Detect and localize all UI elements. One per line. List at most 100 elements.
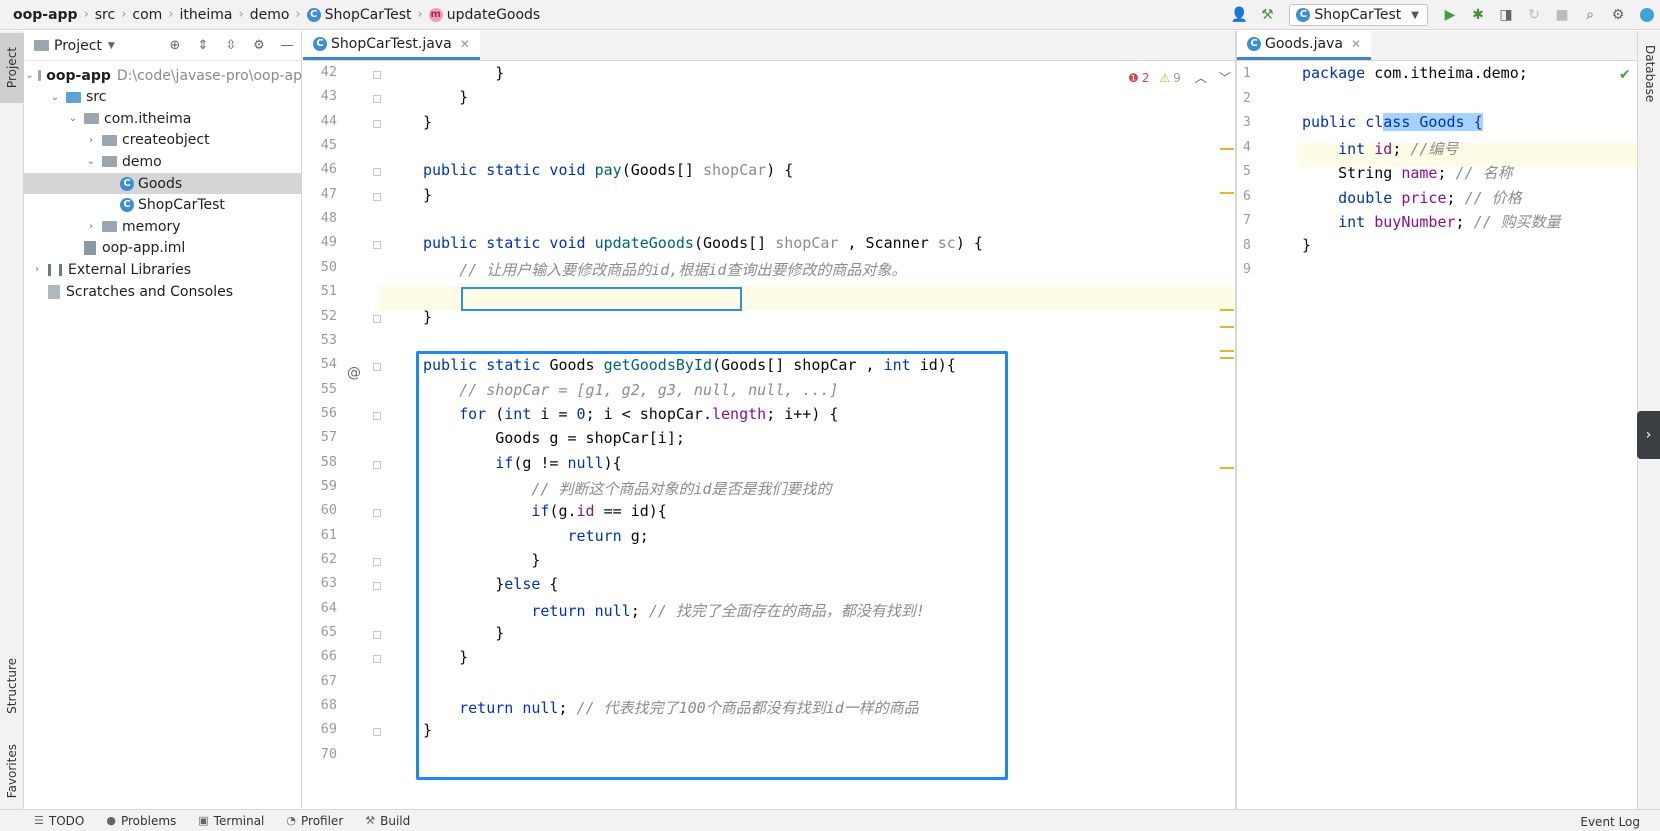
line-number[interactable]: 1 [1243,66,1251,81]
breadcrumb-com[interactable]: com [132,7,162,23]
code-line[interactable]: public class Goods { [1302,113,1483,131]
run-configuration-select[interactable]: C ShopCarTest ▼ [1289,4,1428,26]
gear-icon[interactable]: ⚙ [1606,3,1630,27]
user-icon[interactable]: 👤 [1227,3,1251,27]
line-number[interactable]: 3 [1243,115,1251,130]
todo-tab[interactable]: ☰ TODO [34,814,84,828]
inspection-widget[interactable]: ❶ 2 ⚠ 9 ︿ ﹀ [1128,69,1231,86]
tree-item-createobject[interactable]: › createobject [24,130,302,151]
problems-tab[interactable]: ● Problems [106,814,176,828]
code-line[interactable]: int buyNumber; // 购买数量 [1302,211,1561,232]
coverage-icon[interactable]: ◨ [1494,3,1518,27]
tab-label: ShopCarTest.java [331,35,452,52]
stop-icon[interactable]: ■ [1550,3,1574,27]
breadcrumb-demo[interactable]: demo [250,7,290,23]
chevron-down-icon[interactable]: ﹀ [1219,69,1231,86]
line-number[interactable]: 7 [1243,213,1251,228]
chevron-right-icon[interactable]: › [84,135,98,146]
tree-item-demo[interactable]: ⌄ demo [24,151,302,172]
code-line[interactable]: public static void updateGoods(Goods[] s… [423,234,983,252]
build-hammer-icon[interactable]: ⚒ [1255,3,1279,27]
terminal-tab[interactable]: ▣ Terminal [198,814,264,828]
code-line[interactable]: String name; // 名称 [1302,162,1513,183]
line-number[interactable]: 2 [1243,91,1251,106]
event-log-tab[interactable]: Event Log [1580,815,1640,829]
tree-item-shopcartest[interactable]: C ShopCarTest [24,195,302,216]
chevron-down-icon[interactable]: ⌄ [84,156,98,167]
code-line[interactable]: package com.itheima.demo; [1302,64,1528,82]
code-line[interactable]: int id; //编号 [1302,138,1458,159]
line-number[interactable]: 4 [1243,140,1251,155]
tree-item-oop-app-iml[interactable]: oop-app.iml [24,238,302,259]
warning-stripe-mark[interactable] [1220,350,1234,352]
code-line[interactable]: } [423,88,468,106]
locate-icon[interactable]: ⊕ [161,38,189,53]
warning-stripe-mark[interactable] [1220,309,1234,311]
breadcrumb-project[interactable]: oop-app [13,7,78,23]
code-line[interactable]: } [423,113,432,131]
debug-icon[interactable]: ✱ [1466,3,1490,27]
tree-item-memory[interactable]: › memory [24,216,302,237]
line-number[interactable]: 6 [1243,189,1251,204]
tab-goods[interactable]: C Goods.java ✕ [1237,30,1372,60]
breadcrumb-itheima[interactable]: itheima [180,7,233,23]
close-icon[interactable]: ✕ [460,37,470,51]
chevron-up-icon[interactable]: ︿ [1195,69,1207,86]
tree-item-scratches-and-consoles[interactable]: Scratches and Consoles [24,281,302,302]
warning-stripe-mark[interactable] [1220,148,1234,150]
code-token: (Goods[] [621,161,703,180]
project-tool-tab[interactable]: Project [0,33,24,103]
chevron-down-icon[interactable]: ⌄ [48,92,62,103]
run-icon[interactable]: ▶ [1438,3,1462,27]
expand-panel-button[interactable]: › [1637,411,1660,459]
breadcrumb-method[interactable]: updateGoods [447,7,541,23]
warning-stripe-mark[interactable] [1220,467,1234,469]
code-line[interactable]: double price; // 价格 [1302,187,1522,208]
search-icon[interactable]: ⌕ [1578,3,1602,27]
tree-item-goods[interactable]: C Goods [24,173,302,194]
tree-item-external-libraries[interactable]: › External Libraries [24,259,302,280]
code-line[interactable]: public static void pay(Goods[] shopCar) … [423,161,793,179]
favorites-tool-tab[interactable]: Favorites [0,731,24,811]
override-icon[interactable]: @ [347,365,361,381]
code-line[interactable]: } [423,308,432,326]
chevron-right-icon[interactable]: › [84,221,98,232]
database-tool-tab[interactable]: Database [1638,39,1660,109]
code-token: int [1338,213,1375,231]
expand-all-icon[interactable]: ⇕ [189,38,217,53]
build-tab[interactable]: ⚒ Build [365,814,410,828]
hide-icon[interactable]: — [273,38,301,53]
profiler-tab[interactable]: ◔ Profiler [286,814,343,828]
toolbox-app-icon[interactable] [1640,8,1654,22]
project-panel-title[interactable]: Project [54,38,102,54]
tree-item-com-itheima[interactable]: ⌄ com.itheima [24,108,302,129]
tree-item-oop-app[interactable]: ⌄ oop-app D:\code\javase-pro\oop-ap [24,65,302,86]
class-icon: C [313,36,327,51]
code-line[interactable]: // 让用户输入要修改商品的id,根据id查询出要修改的商品对象。 [423,259,906,280]
tree-item-src[interactable]: ⌄ src [24,87,302,108]
code-line[interactable]: } [423,64,504,82]
chevron-down-icon[interactable]: ⌄ [66,113,80,124]
warning-stripe-mark[interactable] [1220,326,1234,328]
line-number[interactable]: 8 [1243,238,1251,253]
warning-stripe-mark[interactable] [1220,357,1234,359]
collapse-all-icon[interactable]: ⇳ [217,38,245,53]
code-line[interactable]: } [1302,236,1311,254]
line-number[interactable]: 5 [1243,164,1251,179]
no-problems-check-icon: ✔ [1619,67,1631,83]
line-number[interactable]: 9 [1243,262,1251,277]
chevron-down-icon[interactable]: ▼ [108,41,115,51]
breadcrumb-class[interactable]: ShopCarTest [325,7,412,23]
gear-icon[interactable]: ⚙ [245,38,273,53]
chevron-down-icon[interactable]: ⌄ [25,70,33,81]
profile-icon[interactable]: ↻ [1522,3,1546,27]
breadcrumb-src[interactable]: src [95,7,115,23]
bottom-tool-bar: ☰ TODO ● Problems ▣ Terminal ◔ Profiler ⚒ Bui… [0,809,1660,831]
close-icon[interactable]: ✕ [1351,37,1361,51]
warning-stripe-mark[interactable] [1220,192,1234,194]
chevron-right-icon[interactable]: › [30,264,44,275]
code-token: sc [937,234,956,253]
structure-tool-tab[interactable]: Structure [0,641,24,731]
tab-shopcartest[interactable]: C ShopCarTest.java ✕ [303,30,480,60]
code-line[interactable]: } [423,186,432,204]
